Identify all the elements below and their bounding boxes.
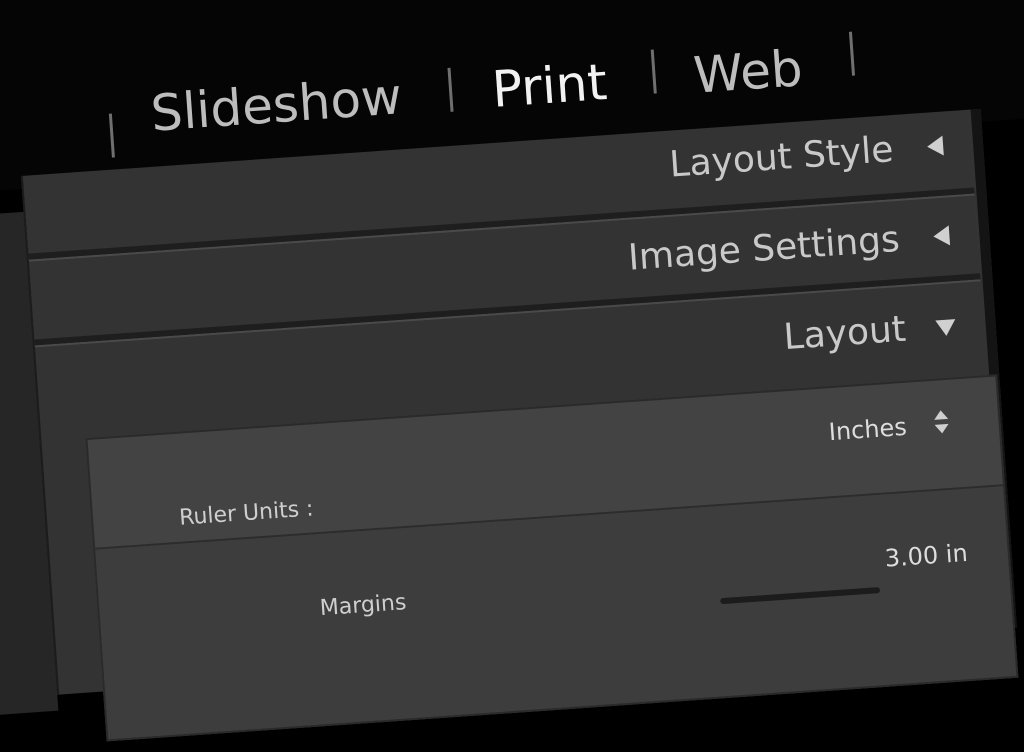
ruler-units-select[interactable]: Inches: [828, 413, 908, 446]
right-panel: Layout Style Image Settings Layout Inche…: [20, 108, 1019, 742]
margin-slider[interactable]: [720, 587, 881, 605]
triangle-down-icon[interactable]: [935, 319, 957, 337]
triangle-left-icon[interactable]: [926, 135, 944, 157]
lightroom-print-panel-view: Slideshow Print Web Layout Style Image S…: [0, 0, 1024, 742]
panel-header-label: Image Settings: [626, 218, 901, 279]
margins-label: Margins: [319, 590, 408, 622]
up-down-arrows-icon[interactable]: [933, 408, 950, 439]
margin-value[interactable]: 3.00 in: [884, 539, 969, 573]
layout-panel-content: Inches Ruler Units : Margins 3.00 in: [85, 374, 1019, 742]
ruler-units-label: Ruler Units :: [178, 496, 315, 531]
module-print[interactable]: Print: [490, 53, 609, 119]
panel-header-label: Layout Style: [668, 129, 895, 186]
panel-header-label: Layout: [782, 308, 908, 359]
triangle-left-icon[interactable]: [932, 225, 951, 247]
module-web[interactable]: Web: [692, 39, 805, 104]
